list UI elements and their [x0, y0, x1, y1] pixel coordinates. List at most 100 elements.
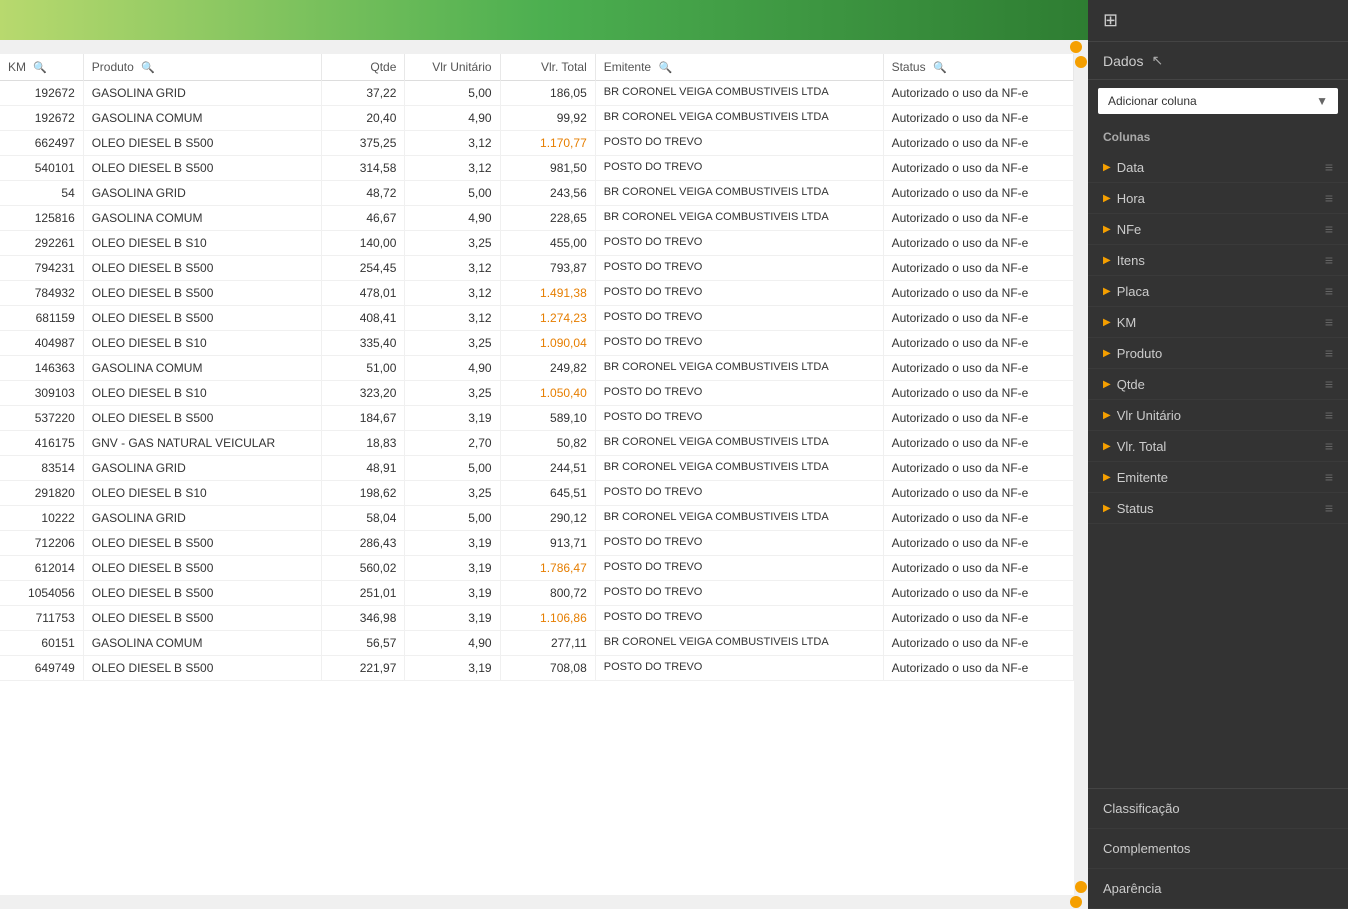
cell-vlr-total: 913,71 — [500, 531, 595, 556]
drag-handle-icon[interactable]: ≡ — [1325, 469, 1333, 485]
table-row[interactable]: 612014 OLEO DIESEL B S500 560,02 3,19 1.… — [0, 556, 1074, 581]
header-status: Status 🔍 — [883, 54, 1073, 81]
drag-handle-icon[interactable]: ≡ — [1325, 283, 1333, 299]
column-item-left: ▶ Emitente — [1103, 470, 1168, 485]
sidebar-column-col-status[interactable]: ▶ Status ≡ — [1088, 493, 1348, 524]
search-km-icon[interactable]: 🔍 — [33, 62, 47, 74]
cell-status: Autorizado o uso da NF-e — [883, 356, 1073, 381]
drag-handle-icon[interactable]: ≡ — [1325, 500, 1333, 516]
cell-emitente: POSTO DO TREVO — [595, 281, 883, 306]
sidebar-column-col-vlr-total[interactable]: ▶ Vlr. Total ≡ — [1088, 431, 1348, 462]
cell-produto: GASOLINA GRID — [83, 81, 321, 106]
cell-qtde: 375,25 — [322, 131, 405, 156]
cell-produto: GASOLINA COMUM — [83, 206, 321, 231]
cell-emitente: POSTO DO TREVO — [595, 406, 883, 431]
table-row[interactable]: 711753 OLEO DIESEL B S500 346,98 3,19 1.… — [0, 606, 1074, 631]
cell-status: Autorizado o uso da NF-e — [883, 531, 1073, 556]
sidebar-bottom-classificação[interactable]: Classificação — [1088, 789, 1348, 829]
table-row[interactable]: 540101 OLEO DIESEL B S500 314,58 3,12 98… — [0, 156, 1074, 181]
drag-handle-icon[interactable]: ≡ — [1325, 376, 1333, 392]
search-status-icon[interactable]: 🔍 — [933, 62, 947, 74]
drag-handle-icon[interactable]: ≡ — [1325, 252, 1333, 268]
cell-qtde: 323,20 — [322, 381, 405, 406]
cell-qtde: 51,00 — [322, 356, 405, 381]
table-wrapper[interactable]: KM 🔍 Produto 🔍 Qtde Vlr Unit — [0, 54, 1074, 895]
table-row[interactable]: 416175 GNV - GAS NATURAL VEICULAR 18,83 … — [0, 431, 1074, 456]
cell-status: Autorizado o uso da NF-e — [883, 656, 1073, 681]
drag-handle-icon[interactable]: ≡ — [1325, 407, 1333, 423]
cell-km: 540101 — [0, 156, 83, 181]
cell-produto: OLEO DIESEL B S500 — [83, 131, 321, 156]
table-row[interactable]: 537220 OLEO DIESEL B S500 184,67 3,19 58… — [0, 406, 1074, 431]
table-row[interactable]: 712206 OLEO DIESEL B S500 286,43 3,19 91… — [0, 531, 1074, 556]
sidebar-bottom-complementos[interactable]: Complementos — [1088, 829, 1348, 869]
table-row[interactable]: 146363 GASOLINA COMUM 51,00 4,90 249,82 … — [0, 356, 1074, 381]
sidebar-column-col-vlr-unitario[interactable]: ▶ Vlr Unitário ≡ — [1088, 400, 1348, 431]
column-name-label: Qtde — [1117, 377, 1145, 392]
cell-qtde: 184,67 — [322, 406, 405, 431]
cell-vlr-total: 290,12 — [500, 506, 595, 531]
table-row[interactable]: 192672 GASOLINA COMUM 20,40 4,90 99,92 B… — [0, 106, 1074, 131]
horizontal-scroll-top[interactable] — [0, 40, 1088, 54]
sidebar-column-col-emitente[interactable]: ▶ Emitente ≡ — [1088, 462, 1348, 493]
table-row[interactable]: 54 GASOLINA GRID 48,72 5,00 243,56 BR CO… — [0, 181, 1074, 206]
table-row[interactable]: 681159 OLEO DIESEL B S500 408,41 3,12 1.… — [0, 306, 1074, 331]
drag-handle-icon[interactable]: ≡ — [1325, 221, 1333, 237]
cell-status: Autorizado o uso da NF-e — [883, 581, 1073, 606]
add-column-button[interactable]: Adicionar coluna ▼ — [1098, 88, 1338, 114]
cell-vlr-unit: 3,25 — [405, 231, 500, 256]
table-row[interactable]: 309103 OLEO DIESEL B S10 323,20 3,25 1.0… — [0, 381, 1074, 406]
cell-vlr-total: 228,65 — [500, 206, 595, 231]
sidebar-column-col-hora[interactable]: ▶ Hora ≡ — [1088, 183, 1348, 214]
table-row[interactable]: 60151 GASOLINA COMUM 56,57 4,90 277,11 B… — [0, 631, 1074, 656]
chevron-down-icon: ▼ — [1316, 94, 1328, 108]
sidebar-column-col-produto[interactable]: ▶ Produto ≡ — [1088, 338, 1348, 369]
cell-qtde: 48,91 — [322, 456, 405, 481]
cell-status: Autorizado o uso da NF-e — [883, 506, 1073, 531]
column-name-label: Status — [1117, 501, 1154, 516]
sidebar-column-col-km[interactable]: ▶ KM ≡ — [1088, 307, 1348, 338]
sidebar-column-col-itens[interactable]: ▶ Itens ≡ — [1088, 245, 1348, 276]
column-item-left: ▶ Vlr. Total — [1103, 439, 1166, 454]
dados-section[interactable]: Dados ↖ — [1088, 42, 1348, 80]
add-column-label: Adicionar coluna — [1108, 94, 1197, 108]
drag-handle-icon[interactable]: ≡ — [1325, 190, 1333, 206]
drag-handle-icon[interactable]: ≡ — [1325, 438, 1333, 454]
table-row[interactable]: 662497 OLEO DIESEL B S500 375,25 3,12 1.… — [0, 131, 1074, 156]
table-row[interactable]: 292261 OLEO DIESEL B S10 140,00 3,25 455… — [0, 231, 1074, 256]
table-row[interactable]: 83514 GASOLINA GRID 48,91 5,00 244,51 BR… — [0, 456, 1074, 481]
column-arrow-icon: ▶ — [1103, 193, 1111, 204]
table-row[interactable]: 291820 OLEO DIESEL B S10 198,62 3,25 645… — [0, 481, 1074, 506]
cell-emitente: POSTO DO TREVO — [595, 381, 883, 406]
table-row[interactable]: 10222 GASOLINA GRID 58,04 5,00 290,12 BR… — [0, 506, 1074, 531]
search-produto-icon[interactable]: 🔍 — [141, 62, 155, 74]
table-row[interactable]: 1054056 OLEO DIESEL B S500 251,01 3,19 8… — [0, 581, 1074, 606]
drag-handle-icon[interactable]: ≡ — [1325, 345, 1333, 361]
table-row[interactable]: 784932 OLEO DIESEL B S500 478,01 3,12 1.… — [0, 281, 1074, 306]
search-emitente-icon[interactable]: 🔍 — [658, 62, 672, 74]
table-row[interactable]: 125816 GASOLINA COMUM 46,67 4,90 228,65 … — [0, 206, 1074, 231]
vertical-scrollbar[interactable] — [1074, 54, 1088, 895]
table-row[interactable]: 404987 OLEO DIESEL B S10 335,40 3,25 1.0… — [0, 331, 1074, 356]
column-name-label: Produto — [1117, 346, 1163, 361]
sidebar-bottom-aparência[interactable]: Aparência — [1088, 869, 1348, 909]
cell-km: 291820 — [0, 481, 83, 506]
cell-vlr-total: 645,51 — [500, 481, 595, 506]
cell-vlr-unit: 3,19 — [405, 406, 500, 431]
cell-vlr-total: 589,10 — [500, 406, 595, 431]
header-produto-label: Produto — [92, 60, 134, 74]
cell-vlr-total: 277,11 — [500, 631, 595, 656]
drag-handle-icon[interactable]: ≡ — [1325, 314, 1333, 330]
table-row[interactable]: 794231 OLEO DIESEL B S500 254,45 3,12 79… — [0, 256, 1074, 281]
sidebar-column-col-qtde[interactable]: ▶ Qtde ≡ — [1088, 369, 1348, 400]
drag-handle-icon[interactable]: ≡ — [1325, 159, 1333, 175]
horizontal-scroll-bottom[interactable] — [0, 895, 1088, 909]
cell-km: 125816 — [0, 206, 83, 231]
table-row[interactable]: 192672 GASOLINA GRID 37,22 5,00 186,05 B… — [0, 81, 1074, 106]
cell-qtde: 251,01 — [322, 581, 405, 606]
sidebar-column-col-placa[interactable]: ▶ Placa ≡ — [1088, 276, 1348, 307]
sidebar-column-col-nfe[interactable]: ▶ NFe ≡ — [1088, 214, 1348, 245]
sidebar-column-col-data[interactable]: ▶ Data ≡ — [1088, 152, 1348, 183]
table-row[interactable]: 649749 OLEO DIESEL B S500 221,97 3,19 70… — [0, 656, 1074, 681]
cell-vlr-unit: 3,12 — [405, 306, 500, 331]
